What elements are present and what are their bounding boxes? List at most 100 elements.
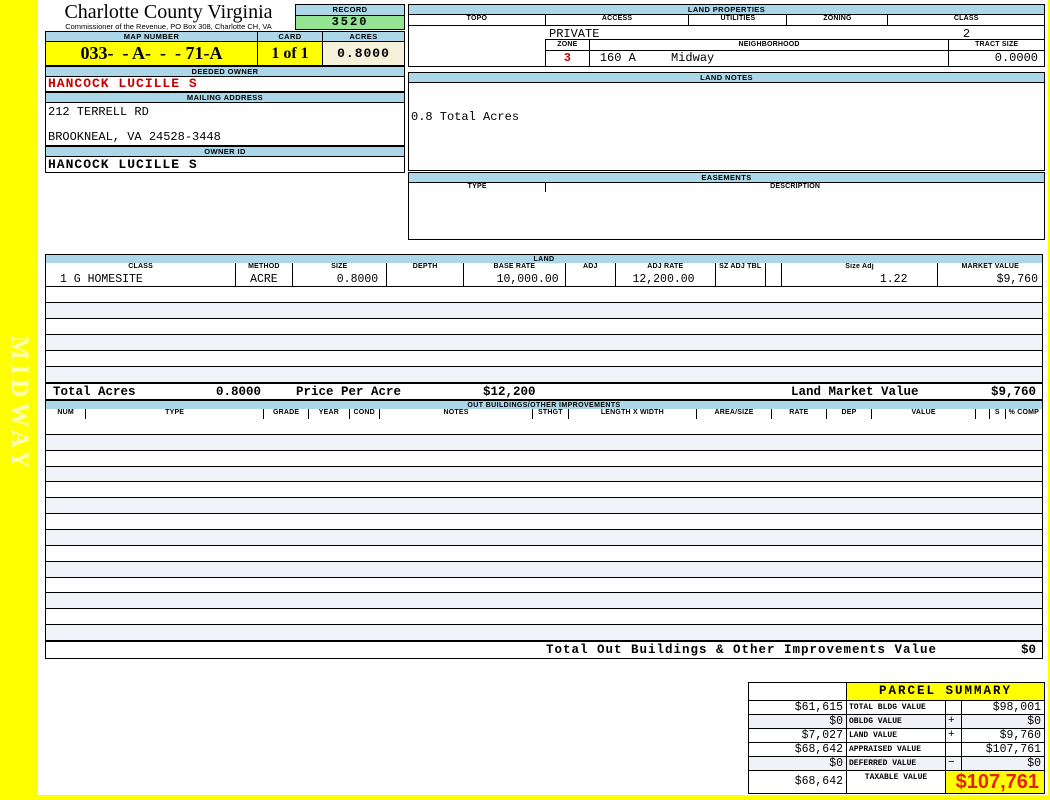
land-properties-columns: TOPO ACCESS UTILITIES ZONING CLASS <box>408 15 1045 26</box>
value-land-value: $9,760 <box>962 729 1044 742</box>
col-spacer <box>976 409 989 419</box>
col-num: NUM <box>46 409 86 419</box>
record-value: 3520 <box>295 15 405 30</box>
out-building-empty-row <box>46 514 1042 531</box>
out-building-empty-row <box>46 593 1042 610</box>
column-topo: TOPO <box>409 15 545 25</box>
mailing-address-label: MAILING ADDRESS <box>45 92 405 103</box>
value-obldg-value: $0 <box>962 715 1044 728</box>
label-obldg-value: OBLDG VALUE <box>847 715 945 728</box>
acres-value: 0.8000 <box>322 41 405 66</box>
cell-sz-adj-tbl <box>715 273 765 286</box>
cell-method: ACRE <box>236 273 292 286</box>
parcel-summary-table: PARCEL SUMMARY $61,615 TOTAL BLDG VALUE … <box>748 682 1045 794</box>
col-size-adj: Size Adj <box>781 263 938 273</box>
out-building-empty-row <box>46 419 1042 435</box>
cell-size: 0.8000 <box>292 273 387 286</box>
land-properties-title: LAND PROPERTIES <box>408 4 1045 15</box>
neighborhood-name: Midway <box>671 51 715 65</box>
land-totals-row: Total Acres 0.8000 Price Per Acre $12,20… <box>45 383 1043 400</box>
out-building-empty-row <box>46 498 1042 515</box>
column-type: TYPE <box>409 183 546 192</box>
column-description: DESCRIPTION <box>546 183 1044 192</box>
deeded-owner-value: HANCOCK LUCILLE S <box>45 77 405 92</box>
out-building-empty-row <box>46 609 1042 626</box>
col-method: METHOD <box>236 263 292 273</box>
price-per-acre-value: $12,200 <box>483 385 536 399</box>
neighborhood-code: 160 A <box>599 51 636 65</box>
land-empty-row <box>46 335 1042 351</box>
cell-spacer <box>765 273 781 286</box>
op-land-value: + <box>946 729 961 742</box>
out-buildings-total-value: $0 <box>1020 643 1036 657</box>
county-header: Charlotte County Virginia Commissioner o… <box>42 1 295 31</box>
cell-size-adj: 1.22 <box>781 273 938 286</box>
col-rate: RATE <box>771 409 826 419</box>
prior-total-bldg-value: $61,615 <box>749 701 846 714</box>
tract-size-value: 0.0000 <box>949 51 1044 66</box>
land-empty-row <box>46 351 1042 367</box>
cell-class: 1 G HOMESITE <box>46 273 236 286</box>
commissioner-line: Commissioner of the Revenue, PO Box 308,… <box>65 22 272 31</box>
col-cond: COND <box>349 409 379 419</box>
out-building-empty-row <box>46 546 1042 562</box>
out-building-empty-row <box>46 561 1042 578</box>
prior-land-value: $7,027 <box>749 729 846 742</box>
out-buildings-total-label: Total Out Buildings & Other Improvements… <box>546 643 938 657</box>
price-per-acre-label: Price Per Acre <box>296 385 402 399</box>
label-taxable-value: TAXABLE VALUE <box>847 771 945 793</box>
land-empty-row <box>46 367 1042 382</box>
land-empty-row <box>46 319 1042 335</box>
easements-title: EASEMENTS <box>408 172 1045 183</box>
county-title: Charlotte County Virginia <box>64 1 273 23</box>
op-total-bldg-value <box>946 701 961 714</box>
col-market-value: MARKET VALUE <box>938 263 1042 273</box>
out-building-empty-row <box>46 625 1042 641</box>
tract-size-label: TRACT SIZE <box>949 40 1044 50</box>
prior-taxable-value: $68,642 <box>749 771 846 793</box>
mailing-address-box: 212 TERRELL RD BROOKNEAL, VA 24528-3448 <box>45 103 405 146</box>
col-s: S <box>989 409 1005 419</box>
column-class: CLASS <box>888 15 1044 25</box>
col-value: VALUE <box>872 409 976 419</box>
zone-neighborhood-table: ZONE NEIGHBORHOOD TRACT SIZE 3 160 A Mid… <box>545 39 1045 67</box>
prior-appraised-value: $68,642 <box>749 743 846 756</box>
value-appraised-value: $107,761 <box>962 743 1044 756</box>
out-building-empty-row <box>46 466 1042 483</box>
district-vertical-label: MIDWAY <box>6 336 33 474</box>
out-building-empty-row <box>46 451 1042 467</box>
prior-deferred-value: $0 <box>749 757 846 770</box>
parcel-summary-title: PARCEL SUMMARY <box>847 683 1044 700</box>
out-building-empty-row <box>46 434 1042 451</box>
address-line1: 212 TERRELL RD <box>48 105 149 119</box>
zone-value: 3 <box>546 51 589 66</box>
col-dep: DEP <box>826 409 872 419</box>
land-table-row: 1 G HOMESITE ACRE 0.8000 10,000.00 12,20… <box>45 273 1043 287</box>
col-type: TYPE <box>86 409 264 419</box>
col-pct-comp: % COMP <box>1005 409 1042 419</box>
out-buildings-empty-rows <box>45 419 1043 641</box>
col-area-size: AREA/SIZE <box>697 409 771 419</box>
land-market-value: $9,760 <box>990 385 1036 399</box>
col-class: CLASS <box>46 263 236 273</box>
cell-market-value: $9,760 <box>938 273 1042 286</box>
cell-adj <box>565 273 615 286</box>
address-line2: BROOKNEAL, VA 24528-3448 <box>48 130 221 144</box>
value-total-bldg-value: $98,001 <box>962 701 1044 714</box>
cell-adj-rate: 12,200.00 <box>615 273 715 286</box>
land-notes-title: LAND NOTES <box>408 72 1045 83</box>
col-base-rate: BASE RATE <box>464 263 565 273</box>
land-market-value-label: Land Market Value <box>791 385 919 399</box>
label-deferred-value: DEFERRED VALUE <box>847 757 945 770</box>
land-notes-box: 0.8 Total Acres <box>408 83 1045 171</box>
out-buildings-total-row: Total Out Buildings & Other Improvements… <box>45 641 1043 659</box>
land-empty-row <box>46 303 1042 319</box>
col-depth: DEPTH <box>387 263 464 273</box>
neighborhood-label: NEIGHBORHOOD <box>589 40 949 50</box>
parcel-summary-corner-cell <box>749 683 846 700</box>
col-adj: ADJ <box>565 263 615 273</box>
easements-box <box>408 192 1045 240</box>
land-notes-text: 0.8 Total Acres <box>411 110 520 124</box>
land-empty-row <box>46 287 1042 303</box>
total-acres-value: 0.8000 <box>216 385 262 399</box>
